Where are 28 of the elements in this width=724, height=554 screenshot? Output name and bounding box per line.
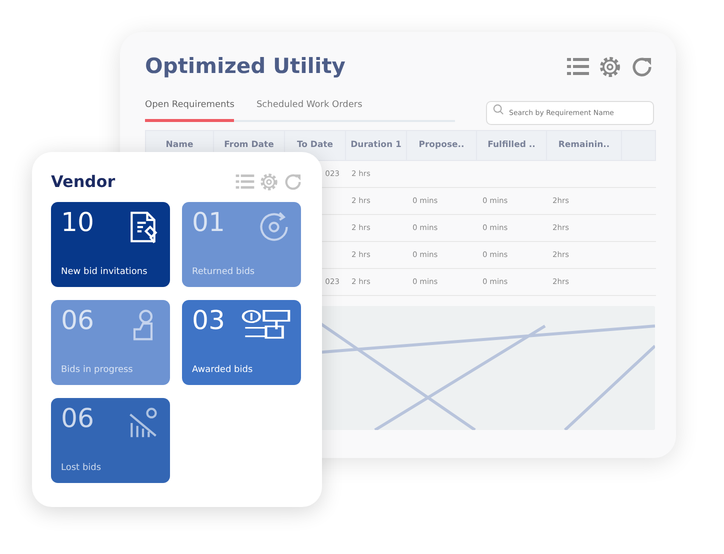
refresh-icon[interactable] — [283, 172, 303, 192]
tile-label: Returned bids — [192, 266, 256, 278]
tile-label: Awarded bids — [192, 364, 254, 376]
tile-label: Bids in progress — [61, 364, 134, 376]
tile-label: New bid invitations — [61, 266, 148, 278]
refresh-icon[interactable] — [630, 54, 654, 79]
column-header: Duration 1 — [346, 130, 406, 160]
settings-icon[interactable] — [259, 172, 279, 192]
circular-arrow-icon — [257, 210, 291, 244]
tile-count: 06 — [61, 406, 94, 432]
stat-tile[interactable]: 10 New bid invitations — [51, 202, 170, 287]
column-header: Propose.. — [406, 130, 476, 160]
settings-icon[interactable] — [598, 54, 622, 79]
tile-count: 06 — [61, 308, 94, 334]
stat-tile[interactable]: 03 Awarded bids — [182, 300, 301, 385]
tab[interactable]: Scheduled Work Orders — [256, 95, 362, 122]
card-title: Vendor — [51, 172, 116, 192]
tab[interactable]: Open Requirements — [145, 95, 234, 122]
tile-count: 01 — [192, 210, 226, 236]
tile-count: 03 — [192, 308, 226, 334]
stat-tile[interactable]: 01 Returned bids — [182, 202, 301, 287]
column-header: Remainin.. — [546, 130, 622, 160]
tile-label: Lost bids — [61, 462, 102, 474]
stat-tile[interactable]: 06 Bids in progress — [51, 300, 170, 385]
column-header: Fulfilled .. — [476, 130, 546, 160]
window-title: Optimized Utility — [145, 54, 346, 80]
tile-count: 10 — [61, 210, 94, 236]
stat-tile[interactable]: 06 Lost bids — [51, 398, 170, 483]
